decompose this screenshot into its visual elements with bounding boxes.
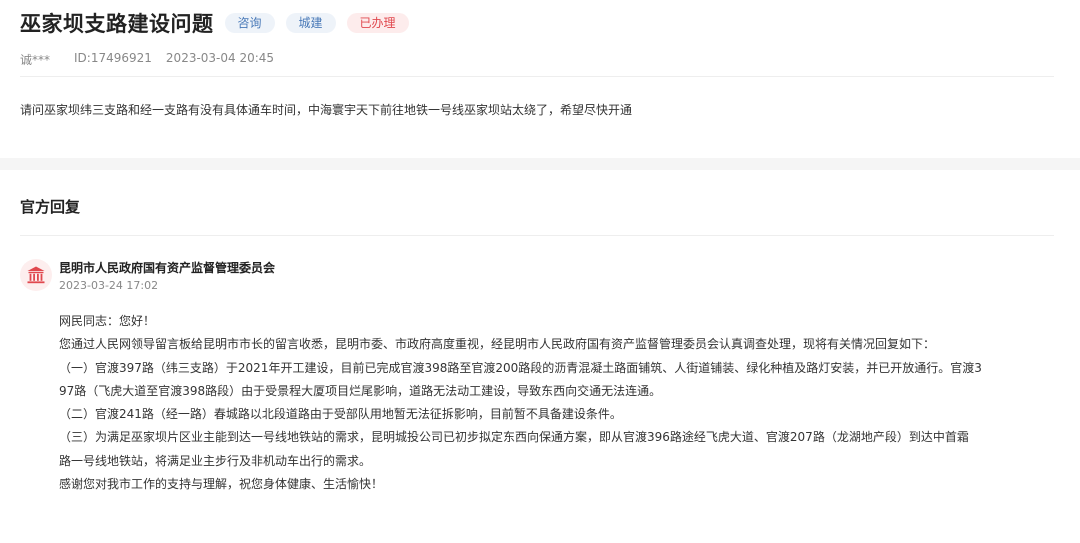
divider — [20, 76, 1054, 77]
reply-line: 感谢您对我市工作的支持与理解，祝您身体健康、生活愉快！ — [59, 477, 384, 492]
reply-line: 您通过人民网领导留言板给昆明市市长的留言收悉，昆明市委、市政府高度重视，经昆明市… — [59, 337, 936, 352]
reply-org-name: 昆明市人民政府国有资产监督管理委员会 — [59, 261, 276, 275]
avatar — [20, 259, 52, 291]
status-badge: 已办理 — [346, 13, 409, 33]
tag-urban-construction: 城建 — [285, 13, 336, 33]
reply-line: （一）官渡397路（纬三支路）于2021年开工建设，目前已完成官渡398路至官渡… — [59, 360, 982, 375]
section-gap — [0, 158, 1080, 170]
question-content: 请问巫家坝纬三支路和经一支路有没有具体通车时间，中海寰宇天下前往地铁一号线巫家坝… — [20, 103, 633, 117]
author-name: 诚*** — [20, 53, 51, 67]
reply-line: （三）为满足巫家坝片区业主能到达一号线地铁站的需求，昆明城投公司已初步拟定东西向… — [59, 430, 969, 445]
divider — [20, 235, 1054, 236]
reply-line: 路一号线地铁站，将满足业主步行及非机动车出行的需求。 — [59, 453, 372, 468]
reply-line: 网民同志：您好！ — [59, 314, 156, 328]
section-title-official-reply: 官方回复 — [20, 198, 81, 216]
post-time: 2023-03-04 20:45 — [165, 51, 275, 65]
page-title: 巫家坝支路建设问题 — [20, 12, 214, 36]
reply-line: （二）官渡241路（经一路）春城路以北段道路由于受部队用地暂无法征拆影响，目前暂… — [59, 407, 622, 422]
title-row: 巫家坝支路建设问题 咨询 城建 已办理 — [20, 8, 409, 38]
reply-line: 97路（飞虎大道至官渡398路段）由于受景程大厦项目烂尾影响，道路无法动工建设，… — [59, 383, 662, 398]
message-id: ID:17496921 — [74, 51, 152, 65]
reply-content: 网民同志：您好！ 您通过人民网领导留言板给昆明市市长的留言收悉，昆明市委、市政府… — [59, 310, 1059, 496]
reply-time: 2023-03-24 17:02 — [59, 279, 159, 292]
tag-consult: 咨询 — [224, 13, 275, 33]
question-meta: 诚*** ID:17496921 2023-03-04 20:45 — [20, 51, 288, 68]
government-building-icon — [27, 266, 45, 284]
